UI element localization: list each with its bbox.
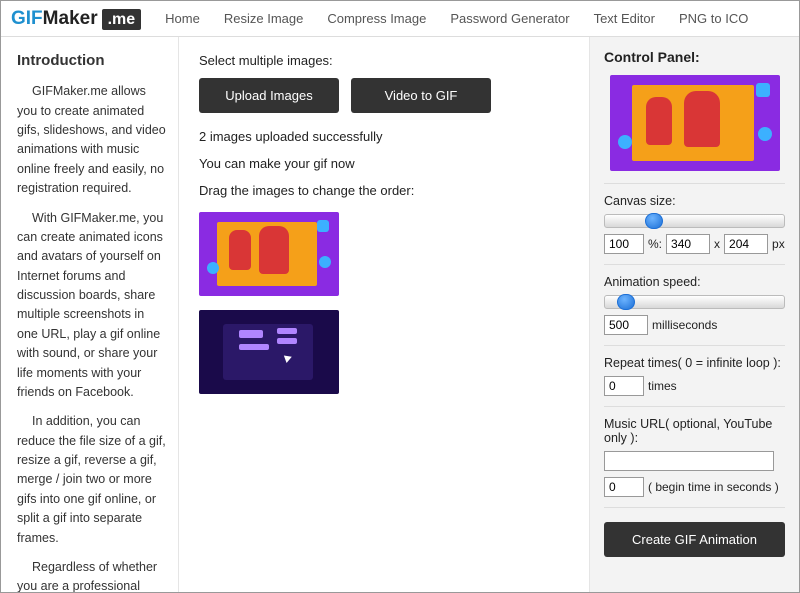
nav-home[interactable]: Home [165,11,200,26]
nav: Home Resize Image Compress Image Passwor… [165,11,748,26]
intro-p3: In addition, you can reduce the file siz… [17,412,166,548]
intro-p2: With GIFMaker.me, you can create animate… [17,209,166,403]
begin-suffix: ( begin time in seconds ) [648,480,779,494]
canvas-height-input[interactable] [724,234,768,254]
slider-knob[interactable] [645,213,663,229]
slider-knob[interactable] [617,294,635,310]
logo[interactable]: GIFMaker.me [11,8,141,30]
repeat-suffix: times [648,379,677,393]
thumbnail-list [199,212,573,394]
upload-status: 2 images uploaded successfully [199,129,573,144]
logo-gif: GIF [11,8,43,29]
canvas-slider[interactable] [604,214,785,228]
create-gif-button[interactable]: Create GIF Animation [604,522,785,557]
music-url-input[interactable] [604,451,774,471]
canvas-label: Canvas size: [604,194,785,208]
drag-hint: Drag the images to change the order: [199,183,573,198]
logo-me: .me [102,9,142,30]
upload-images-button[interactable]: Upload Images [199,78,339,113]
intro-p1: GIFMaker.me allows you to create animate… [17,82,166,198]
percent-suffix: %: [648,237,662,251]
nav-text-editor[interactable]: Text Editor [594,11,655,26]
x-sep: x [714,237,720,251]
repeat-section: Repeat times( 0 = infinite loop ): times [604,345,785,406]
video-to-gif-button[interactable]: Video to GIF [351,78,491,113]
ms-suffix: milliseconds [652,318,717,332]
logo-maker: Maker [43,8,98,29]
intro-title: Introduction [17,49,166,72]
canvas-width-input[interactable] [666,234,710,254]
intro-p4: Regardless of whether you are a professi… [17,558,166,592]
nav-png-ico[interactable]: PNG to ICO [679,11,748,26]
preview-image [610,75,780,171]
canvas-section: Canvas size: %: x px [604,183,785,264]
intro-panel: Introduction GIFMaker.me allows you to c… [1,37,179,592]
px-suffix: px [772,237,785,251]
repeat-label: Repeat times( 0 = infinite loop ): [604,356,785,370]
music-label: Music URL( optional, YouTube only ): [604,417,785,445]
nav-compress[interactable]: Compress Image [327,11,426,26]
speed-section: Animation speed: milliseconds [604,264,785,345]
make-gif-hint: You can make your gif now [199,156,573,171]
repeat-input[interactable] [604,376,644,396]
select-label: Select multiple images: [199,53,573,68]
music-section: Music URL( optional, YouTube only ): ( b… [604,406,785,507]
speed-slider[interactable] [604,295,785,309]
app-frame: GIFMaker.me Home Resize Image Compress I… [0,0,800,593]
create-section: Create GIF Animation [604,507,785,567]
main-panel: Select multiple images: Upload Images Vi… [179,37,589,592]
thumbnail-1[interactable] [199,212,339,296]
begin-time-input[interactable] [604,477,644,497]
speed-label: Animation speed: [604,275,785,289]
canvas-percent-input[interactable] [604,234,644,254]
control-panel-title: Control Panel: [604,49,785,65]
speed-input[interactable] [604,315,648,335]
control-panel: Control Panel: Canvas size: %: x px Anim… [589,37,799,592]
topbar: GIFMaker.me Home Resize Image Compress I… [1,1,799,37]
thumbnail-2[interactable] [199,310,339,394]
nav-resize[interactable]: Resize Image [224,11,303,26]
nav-password[interactable]: Password Generator [450,11,569,26]
